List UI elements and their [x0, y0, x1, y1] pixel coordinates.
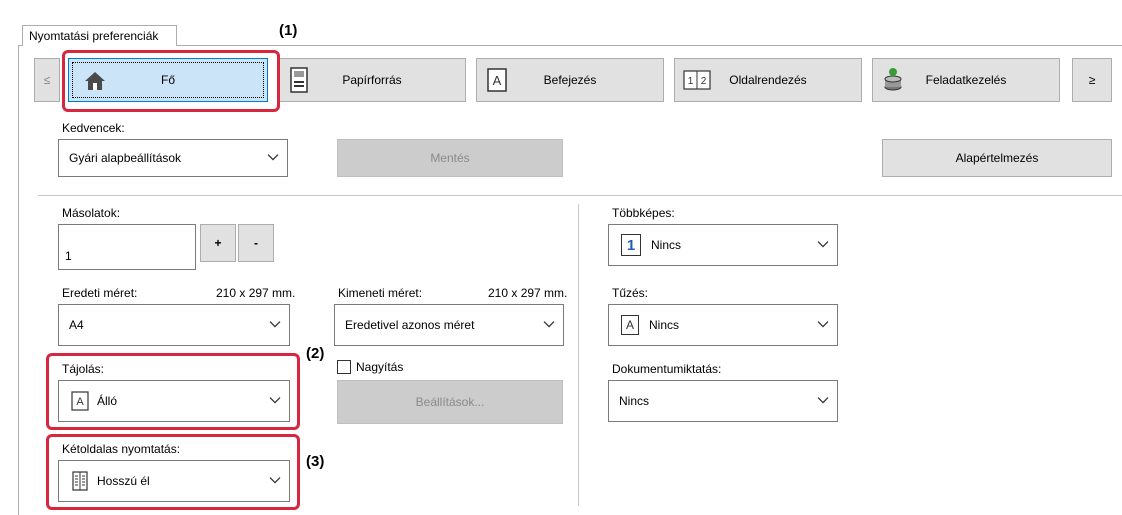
preferences-panel [18, 45, 1122, 515]
tabs-next-button[interactable]: ≥ [1072, 58, 1112, 102]
copies-input[interactable]: 1 [58, 224, 196, 270]
tab-papirforras-label: Papírforrás [342, 73, 402, 87]
original-size-value: A4 [69, 318, 84, 332]
chevron-down-icon [269, 321, 281, 328]
save-favorite-button[interactable]: Mentés [337, 139, 563, 177]
doc-filing-dropdown[interactable]: Nincs [608, 380, 838, 422]
tab-label: Nyomtatási preferenciák [29, 29, 159, 43]
favorites-value: Gyári alapbeállítások [69, 151, 182, 165]
zoom-checkbox[interactable] [337, 360, 351, 374]
copies-label: Másolatok: [62, 206, 121, 220]
chevron-down-icon [269, 477, 281, 484]
multipage-value: Nincs [651, 238, 682, 252]
output-size-dropdown[interactable]: Eredetivel azonos méret [334, 304, 564, 346]
plus-label: + [214, 236, 222, 250]
tab-oldalrendezes-label: Oldalrendezés [729, 73, 807, 87]
tab-papirforras-button[interactable]: Papírforrás [278, 58, 466, 102]
orientation-value: Álló [97, 394, 118, 408]
duplex-dropdown[interactable]: Hosszú él [58, 460, 290, 502]
duplex-value: Hosszú él [97, 474, 150, 488]
tabs-prev-button[interactable]: ≤ [34, 58, 60, 102]
output-size-label: Kimeneti méret: [338, 286, 423, 300]
save-label: Mentés [430, 151, 470, 165]
callout-1: (1) [279, 22, 298, 39]
zoom-settings-button[interactable]: Beállítások... [337, 380, 563, 424]
tab-fo-label: Fő [160, 73, 175, 87]
favorites-dropdown[interactable]: Gyári alapbeállítások [58, 139, 288, 177]
orientation-label: Tájolás: [62, 362, 105, 376]
copies-increment-button[interactable]: + [200, 224, 236, 262]
staple-icon: A [621, 315, 639, 335]
stapling-dropdown[interactable]: A Nincs [608, 304, 838, 346]
doc-filing-value: Nincs [619, 394, 650, 408]
zoom-settings-label: Beállítások... [415, 395, 485, 409]
tab-oldalrendezes-button[interactable]: 1 2 Oldalrendezés [674, 58, 862, 102]
defaults-button[interactable]: Alapértelmezés [882, 139, 1112, 177]
chevron-down-icon [543, 321, 555, 328]
tab-nyomtatasi-preferenciak[interactable]: Nyomtatási preferenciák [22, 25, 177, 46]
callout-2: (2) [306, 345, 325, 362]
duplex-label: Kétoldalas nyomtatás: [62, 442, 181, 456]
chevron-down-icon [817, 397, 829, 404]
copies-value: 1 [65, 248, 72, 263]
orientation-dropdown[interactable]: A Álló [58, 380, 290, 422]
svg-text:A: A [76, 396, 84, 408]
prev-label: ≤ [43, 73, 51, 87]
output-size-value: Eredetivel azonos méret [345, 318, 475, 332]
chevron-down-icon [817, 321, 829, 328]
stapling-value: Nincs [649, 318, 680, 332]
column-divider [578, 204, 579, 506]
long-edge-icon [72, 471, 88, 491]
stapling-label: Tűzés: [612, 286, 649, 300]
portrait-icon: A [71, 391, 89, 411]
callout-3: (3) [306, 453, 325, 470]
original-size-label: Eredeti méret: [62, 286, 138, 300]
chevron-down-icon [269, 397, 281, 404]
copies-decrement-button[interactable]: - [238, 224, 274, 262]
multipage-label: Többképes: [612, 206, 675, 220]
output-size-dims: 210 x 297 mm. [488, 286, 568, 300]
zoom-label: Nagyítás [356, 360, 404, 374]
original-size-dims: 210 x 297 mm. [216, 286, 296, 300]
divider [38, 195, 1122, 196]
tab-feladatkezeles-label: Feladatkezelés [925, 73, 1007, 87]
minus-label: - [254, 236, 258, 250]
pages-per-sheet-icon: 1 [621, 234, 641, 256]
chevron-down-icon [267, 154, 279, 161]
tab-befejezes-button[interactable]: A Befejezés [476, 58, 664, 102]
favorites-label: Kedvencek: [62, 121, 125, 135]
multipage-dropdown[interactable]: 1 Nincs [608, 224, 838, 266]
tab-feladatkezeles-button[interactable]: Feladatkezelés [872, 58, 1060, 102]
tab-fo-button[interactable]: Fő [68, 58, 268, 102]
tab-befejezes-label: Befejezés [543, 73, 597, 87]
defaults-label: Alapértelmezés [955, 151, 1039, 165]
doc-filing-label: Dokumentumiktatás: [612, 362, 722, 376]
next-label: ≥ [1088, 73, 1096, 87]
original-size-dropdown[interactable]: A4 [58, 304, 290, 346]
chevron-down-icon [817, 241, 829, 248]
